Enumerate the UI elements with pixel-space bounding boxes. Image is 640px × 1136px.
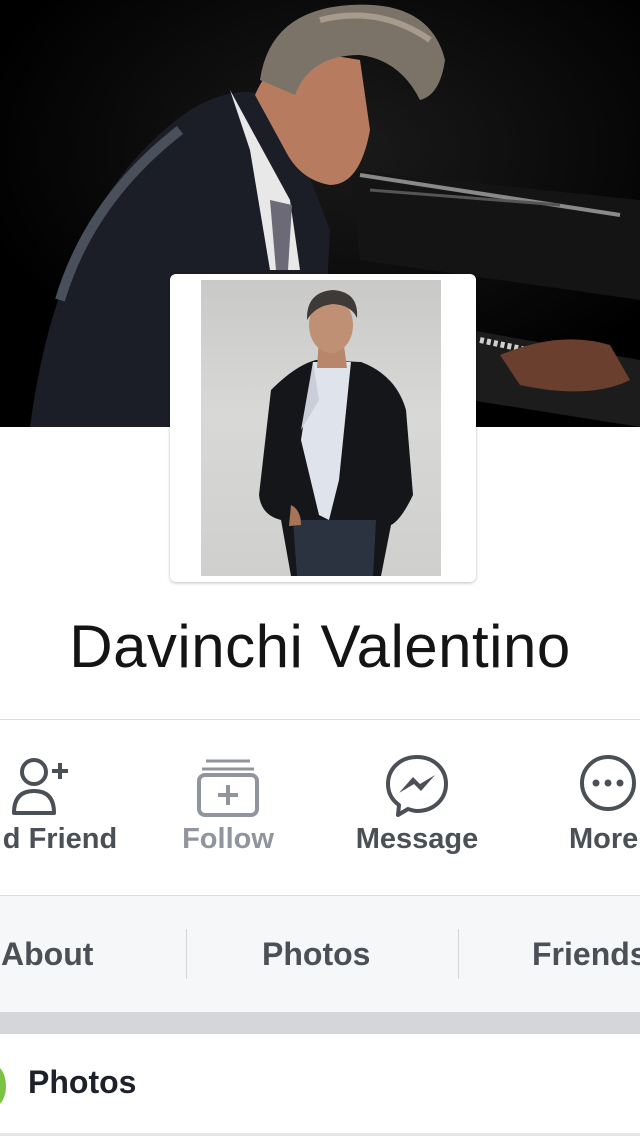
profile-tabs: About Photos Friends: [0, 896, 640, 1012]
profile-picture[interactable]: [170, 274, 476, 582]
tab-photos[interactable]: Photos: [262, 896, 370, 1012]
more-button[interactable]: More: [560, 721, 640, 895]
profile-name: Davinchi Valentino: [69, 613, 571, 680]
more-label: More: [569, 823, 639, 855]
tab-about[interactable]: About: [1, 896, 93, 1012]
message-button[interactable]: Message: [317, 721, 517, 895]
profile-picture-image: [201, 280, 441, 576]
divider: [0, 719, 640, 720]
tab-friends[interactable]: Friends: [532, 896, 640, 1012]
photos-section-title[interactable]: Photos: [28, 1064, 136, 1101]
section-separator: [0, 1012, 640, 1034]
tab-separator: [186, 929, 187, 979]
tab-separator: [458, 929, 459, 979]
profile-page: Davinchi Valentino d Friend Follow Messa…: [0, 0, 640, 1136]
more-icon: [580, 755, 636, 811]
photos-icon: [0, 1066, 6, 1106]
message-label: Message: [355, 823, 479, 855]
photos-section: Photos: [0, 1034, 640, 1136]
add-friend-icon: [12, 758, 68, 815]
profile-actions: d Friend Follow Message More: [0, 721, 640, 895]
messenger-icon: [386, 755, 448, 817]
follow-label: Follow: [182, 823, 274, 855]
follow-button[interactable]: Follow: [128, 721, 328, 895]
follow-icon: [197, 759, 259, 817]
